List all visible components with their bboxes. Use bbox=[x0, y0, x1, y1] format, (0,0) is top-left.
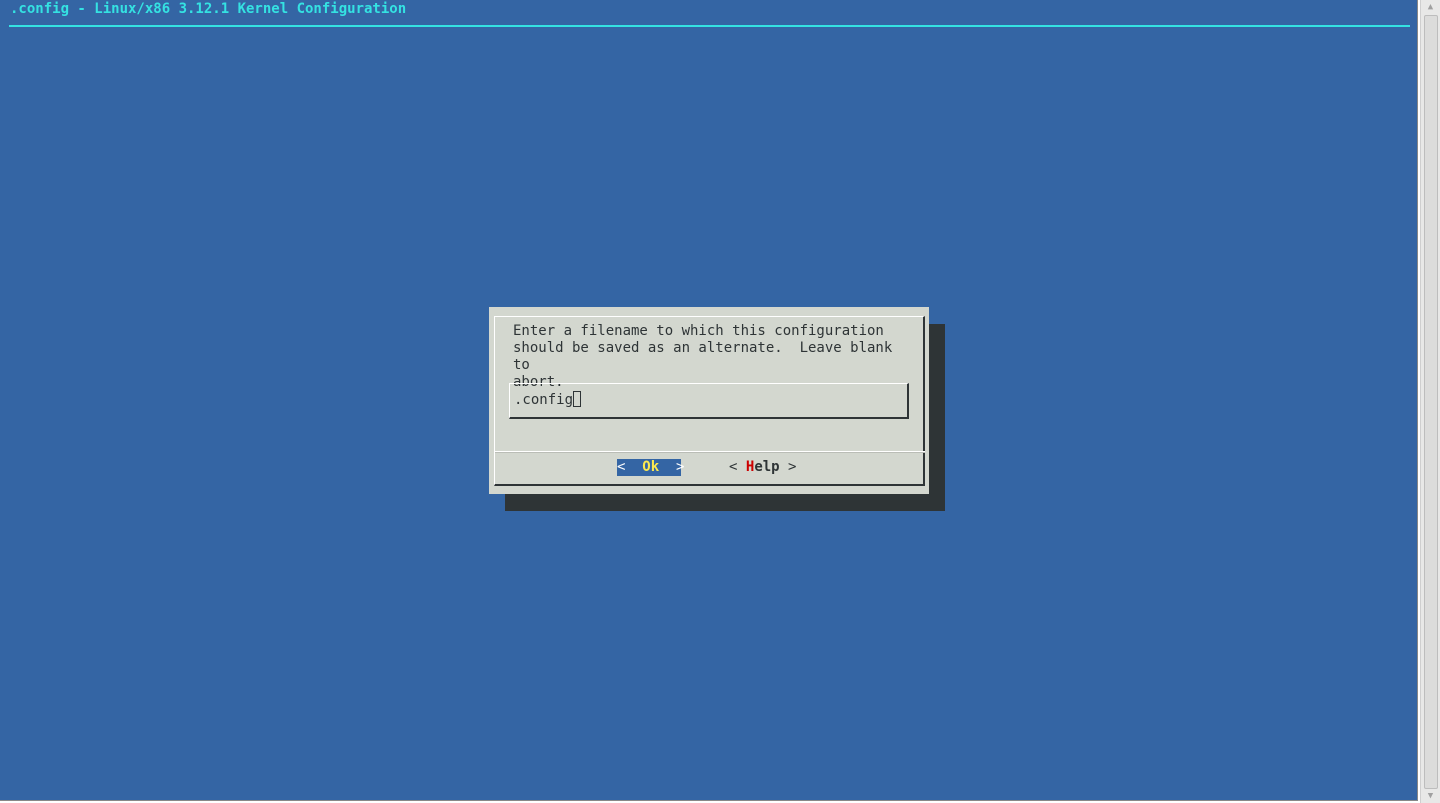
ok-right-bracket: > bbox=[676, 459, 685, 475]
config-title: .config - Linux/x86 3.12.1 Kernel Config… bbox=[10, 1, 407, 17]
scroll-down-arrow-icon[interactable]: ▼ bbox=[1421, 789, 1440, 803]
help-label: elp bbox=[754, 459, 780, 475]
dialog-prompt: Enter a filename to which this configura… bbox=[513, 323, 893, 390]
filename-input-text[interactable]: .config bbox=[514, 391, 582, 409]
text-cursor bbox=[573, 391, 582, 407]
filename-value: .config bbox=[514, 392, 574, 408]
help-right-bracket: > bbox=[788, 459, 797, 475]
save-alternate-dialog: Enter a filename to which this configura… bbox=[489, 307, 929, 494]
ok-label: Ok bbox=[642, 459, 660, 475]
filename-input[interactable]: .config bbox=[509, 383, 909, 419]
title-rule bbox=[9, 25, 1410, 27]
help-left-bracket: < bbox=[729, 459, 738, 475]
help-button[interactable]: < Help > bbox=[729, 459, 796, 476]
ok-button[interactable]: < Ok > bbox=[617, 459, 685, 476]
scroll-up-arrow-icon[interactable]: ▲ bbox=[1421, 0, 1440, 14]
scrollbar[interactable]: ▲ ▼ bbox=[1420, 0, 1440, 803]
terminal-window: .config - Linux/x86 3.12.1 Kernel Config… bbox=[0, 0, 1418, 801]
scroll-thumb[interactable] bbox=[1424, 15, 1438, 789]
ok-left-bracket: < bbox=[617, 459, 626, 475]
button-divider-shade bbox=[495, 452, 925, 453]
